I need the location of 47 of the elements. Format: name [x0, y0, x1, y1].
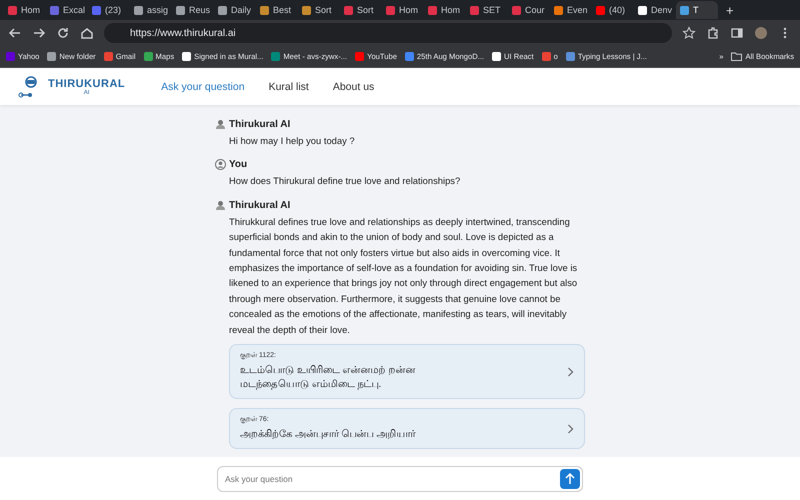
sidebar-icon[interactable]: [730, 26, 744, 40]
browser-tab[interactable]: Best: [256, 1, 296, 19]
browser-tab[interactable]: Sort: [298, 1, 338, 19]
browser-tab[interactable]: SET: [466, 1, 506, 19]
browser-tab[interactable]: Even: [550, 1, 590, 19]
browser-tab[interactable]: Hom: [4, 1, 44, 19]
browser-tab[interactable]: assig: [130, 1, 170, 19]
author-name: You: [229, 159, 248, 170]
browser-tab[interactable]: Excal: [46, 1, 86, 19]
kural-line: அறக்கிற்கே அன்புசார் பென்ப அறியார்: [240, 428, 417, 442]
arrow-up-icon: [565, 472, 575, 484]
browser-tab[interactable]: Hom: [382, 1, 422, 19]
extensions-icon[interactable]: [706, 26, 720, 40]
back-icon[interactable]: [8, 26, 22, 40]
address-bar[interactable]: https://www.thirukural.ai: [104, 23, 672, 43]
kural-line: உடம்பொடு உயிரிடை என்னமற் றன்ன: [240, 364, 416, 378]
chevron-icon: [567, 424, 574, 434]
new-tab-button[interactable]: +: [720, 2, 740, 18]
browser-tab[interactable]: T: [676, 1, 718, 19]
browser-tab[interactable]: Daily: [214, 1, 254, 19]
message-text: Hi how may I help you today ?: [228, 134, 356, 148]
browser-tab[interactable]: Reus: [172, 1, 212, 19]
kural-line: மடந்தையொடு எம்மிடை நட்பு.: [240, 378, 382, 392]
author-name: Thirukural AI: [229, 119, 290, 130]
star-icon[interactable]: [682, 26, 696, 40]
browser-tab[interactable]: Sort: [340, 1, 380, 19]
browser-tab[interactable]: Hom: [424, 1, 464, 19]
forward-icon[interactable]: [32, 26, 46, 40]
nav-link[interactable]: About us: [332, 80, 374, 92]
browser-tab[interactable]: (40): [592, 1, 632, 19]
folder-icon: [731, 52, 742, 61]
send-button[interactable]: [560, 468, 580, 488]
browser-tab[interactable]: (23): [88, 1, 128, 19]
nav-link[interactable]: Kural list: [268, 80, 309, 92]
nav-link[interactable]: Ask your question: [161, 80, 245, 92]
question-input[interactable]: Ask your question: [217, 466, 583, 492]
browser-tab[interactable]: Denv: [634, 1, 674, 19]
browser-tab[interactable]: Cour: [508, 1, 548, 19]
author-name: Thirukural AI: [229, 200, 290, 211]
message-text: Thirukkural defines true love and relationships as deeply intertwined, transcending superficial bonds and akin to the union of body and soul. Love is depicted as a fundamental force that not only fosters virtue but also aids in overcoming vice. It emphasizes the importance of self-love as a foundation for avoiding sin. True love is likened to an experience that brings joy not only through direct engagement but also through mere observation. Furthermore, it suggests that genuine love cannot be concealed as the emotions of the affectionate, manifesting as tears, will inevitably reveal the depth of their love.: [228, 214, 578, 337]
home-icon[interactable]: [80, 26, 94, 40]
profile-avatar[interactable]: [754, 26, 768, 40]
chevron-icon: [567, 366, 574, 377]
logo-title: THIRUKURAL: [48, 78, 126, 90]
user-icon: [215, 159, 226, 170]
reload-icon[interactable]: [56, 26, 70, 40]
message-text: How does Thirukural define true love and relationships?: [228, 174, 462, 188]
